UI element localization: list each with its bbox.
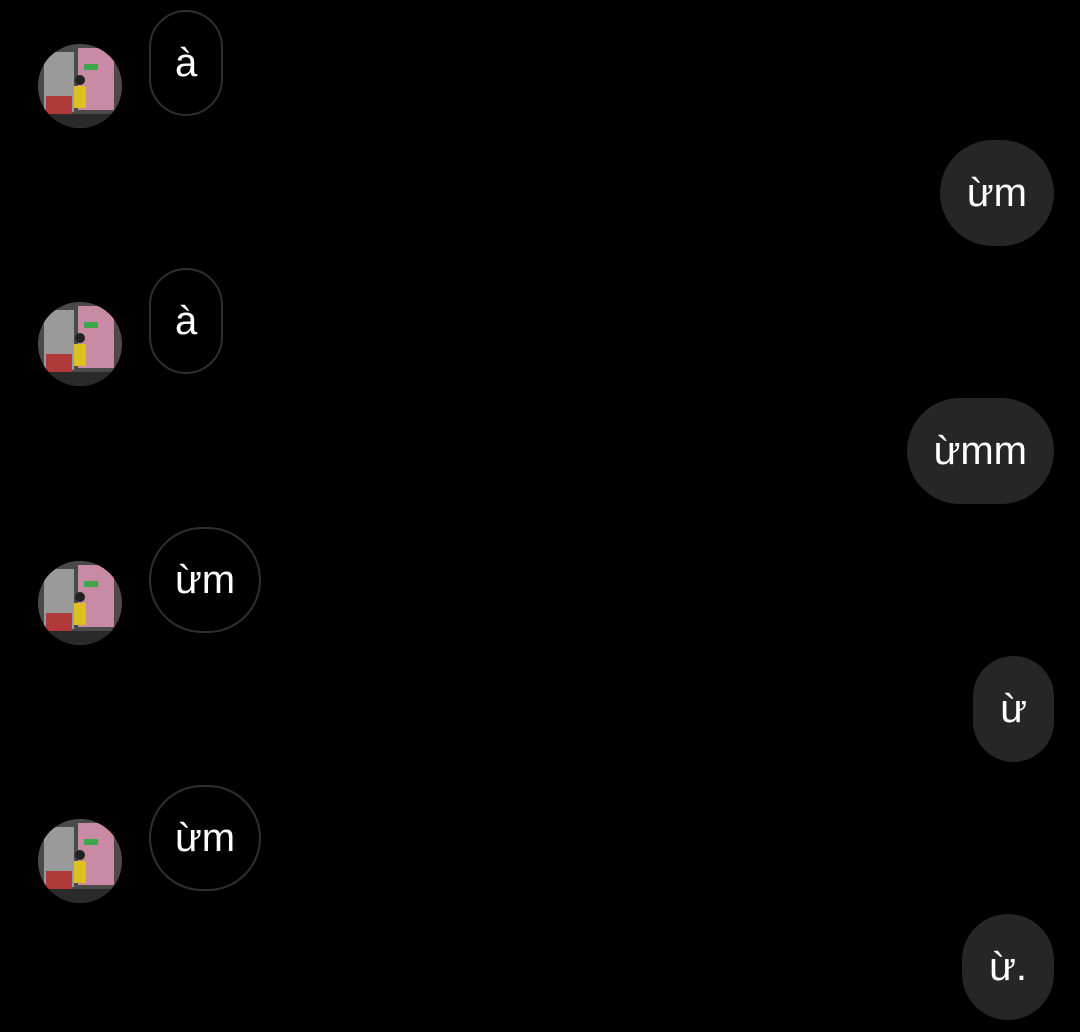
incoming-message-bubble[interactable]: à [149, 10, 224, 116]
message-row-incoming: ừm [0, 527, 1080, 645]
avatar-photo-icon [38, 819, 122, 903]
avatar-photo-icon [38, 44, 122, 128]
message-row-incoming: à [0, 268, 1080, 386]
message-row-outgoing: ừmm [0, 398, 1080, 508]
incoming-message-bubble[interactable]: ừm [149, 785, 262, 891]
message-row-incoming: ừm [0, 785, 1080, 903]
incoming-message-bubble[interactable]: à [149, 268, 224, 374]
contact-avatar[interactable] [38, 44, 122, 128]
contact-avatar[interactable] [38, 561, 122, 645]
message-row-incoming: à [0, 10, 1080, 128]
outgoing-message-bubble[interactable]: ừm [939, 140, 1054, 246]
outgoing-message-bubble[interactable]: ừmm [906, 398, 1054, 504]
outgoing-message-bubble[interactable]: ừ. [962, 914, 1054, 1020]
message-thread: à ừm à ừmm ừm ừ ừm ừ. [0, 0, 1080, 1032]
message-row-outgoing: ừ. [0, 914, 1080, 1024]
outgoing-message-bubble[interactable]: ừ [973, 656, 1054, 762]
avatar-photo-icon [38, 302, 122, 386]
message-row-outgoing: ừ [0, 656, 1080, 766]
incoming-message-bubble[interactable]: ừm [149, 527, 262, 633]
contact-avatar[interactable] [38, 819, 122, 903]
avatar-photo-icon [38, 561, 122, 645]
contact-avatar[interactable] [38, 302, 122, 386]
message-row-outgoing: ừm [0, 140, 1080, 250]
